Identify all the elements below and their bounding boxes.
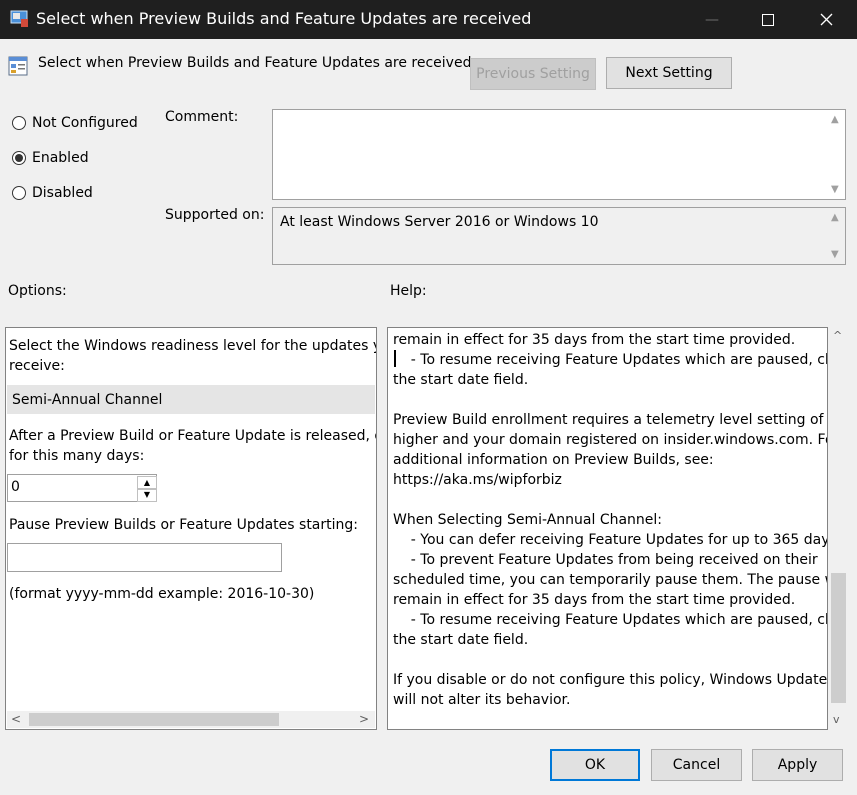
- maximize-icon: [762, 13, 774, 26]
- radio-circle-selected[interactable]: [12, 151, 26, 165]
- scroll-down-icon[interactable]: ▼: [831, 184, 839, 195]
- close-icon: [820, 13, 832, 26]
- title-bar[interactable]: Select when Preview Builds and Feature U…: [0, 0, 857, 39]
- supported-on-field: At least Windows Server 2016 or Windows …: [272, 207, 846, 265]
- options-label: Options:: [8, 283, 67, 299]
- help-line: higher and your domain registered on ins…: [393, 432, 828, 448]
- radio-label: Not Configured: [32, 115, 138, 131]
- defer-text-line2: for this many days:: [9, 448, 145, 464]
- help-line: Preview Build enrollment requires a tele…: [393, 412, 828, 428]
- maximize-button[interactable]: [739, 0, 797, 39]
- comment-textarea[interactable]: ▲ ▼: [272, 109, 846, 200]
- help-line: If you disable or do not configure this …: [393, 672, 828, 688]
- help-line: - You can defer receiving Feature Update…: [393, 532, 828, 548]
- help-line: additional information on Preview Builds…: [393, 452, 714, 468]
- scroll-up-icon[interactable]: ^: [833, 329, 842, 342]
- radio-disabled[interactable]: Disabled: [12, 185, 93, 201]
- cancel-button[interactable]: Cancel: [651, 749, 742, 781]
- comment-scrollbar[interactable]: ▲ ▼: [828, 110, 845, 199]
- readiness-level-dropdown[interactable]: Semi-Annual Channel: [7, 385, 375, 414]
- minimize-button[interactable]: —: [683, 0, 741, 39]
- readiness-text-line2: receive:: [9, 358, 65, 374]
- text-cursor: [394, 350, 396, 367]
- defer-days-value: 0: [11, 479, 20, 495]
- apply-button[interactable]: Apply: [752, 749, 843, 781]
- scroll-down-icon[interactable]: ▼: [831, 249, 839, 260]
- supported-on-label: Supported on:: [165, 207, 265, 223]
- options-panel[interactable]: Select the Windows readiness level for t…: [5, 327, 377, 730]
- pause-label: Pause Preview Builds or Feature Updates …: [9, 517, 359, 533]
- help-line: scheduled time, you can temporarily paus…: [393, 572, 828, 588]
- help-line: will not alter its behavior.: [393, 692, 571, 708]
- help-line: - To resume receiving Feature Updates wh…: [393, 352, 828, 368]
- help-line: - To prevent Feature Updates from being …: [393, 552, 818, 568]
- radio-not-configured[interactable]: Not Configured: [12, 115, 138, 131]
- stepper-down-icon[interactable]: ▼: [137, 488, 157, 502]
- help-label: Help:: [390, 283, 427, 299]
- scroll-down-icon[interactable]: v: [833, 713, 840, 726]
- radio-circle[interactable]: [12, 116, 26, 130]
- help-line: When Selecting Semi-Annual Channel:: [393, 512, 663, 528]
- close-button[interactable]: [797, 0, 855, 39]
- help-vertical-scrollbar[interactable]: ^ v: [829, 327, 848, 729]
- radio-selected-dot: [15, 154, 23, 162]
- help-line: remain in effect for 35 days from the st…: [393, 592, 796, 608]
- help-line: remain in effect for 35 days from the st…: [393, 332, 796, 348]
- previous-setting-button[interactable]: Previous Setting: [470, 58, 596, 90]
- help-line: the start date field.: [393, 632, 529, 648]
- help-line: - To resume receiving Feature Updates wh…: [393, 612, 828, 628]
- group-policy-app-icon: [10, 10, 28, 27]
- scroll-up-icon[interactable]: ▲: [831, 114, 839, 125]
- radio-enabled[interactable]: Enabled: [12, 150, 89, 166]
- format-hint: (format yyyy-mm-dd example: 2016-10-30): [9, 586, 315, 602]
- help-line: the start date field.: [393, 372, 529, 388]
- pause-date-input[interactable]: [7, 543, 282, 572]
- comment-label: Comment:: [165, 109, 239, 125]
- readiness-text-line1: Select the Windows readiness level for t…: [9, 338, 377, 354]
- supported-scrollbar[interactable]: ▲ ▼: [828, 208, 845, 264]
- help-panel[interactable]: remain in effect for 35 days from the st…: [387, 327, 828, 730]
- next-setting-button[interactable]: Next Setting: [606, 57, 732, 89]
- radio-label: Enabled: [32, 150, 89, 166]
- scroll-thumb[interactable]: [831, 573, 846, 703]
- scroll-right-icon[interactable]: >: [359, 712, 369, 726]
- radio-label: Disabled: [32, 185, 93, 201]
- ok-button[interactable]: OK: [550, 749, 640, 781]
- scroll-up-icon[interactable]: ▲: [831, 212, 839, 223]
- options-horizontal-scrollbar[interactable]: < >: [7, 711, 375, 728]
- policy-setting-icon: [8, 56, 28, 76]
- supported-on-value: At least Windows Server 2016 or Windows …: [280, 214, 599, 230]
- defer-text-line1: After a Preview Build or Feature Update …: [9, 428, 377, 444]
- help-line: https://aka.ms/wipforbiz: [393, 472, 562, 488]
- radio-circle[interactable]: [12, 186, 26, 200]
- scroll-left-icon[interactable]: <: [11, 712, 21, 726]
- defer-days-stepper[interactable]: 0 ▲ ▼: [7, 474, 157, 502]
- window-title: Select when Preview Builds and Feature U…: [36, 9, 532, 28]
- policy-title: Select when Preview Builds and Feature U…: [38, 55, 472, 71]
- scroll-thumb[interactable]: [29, 713, 279, 726]
